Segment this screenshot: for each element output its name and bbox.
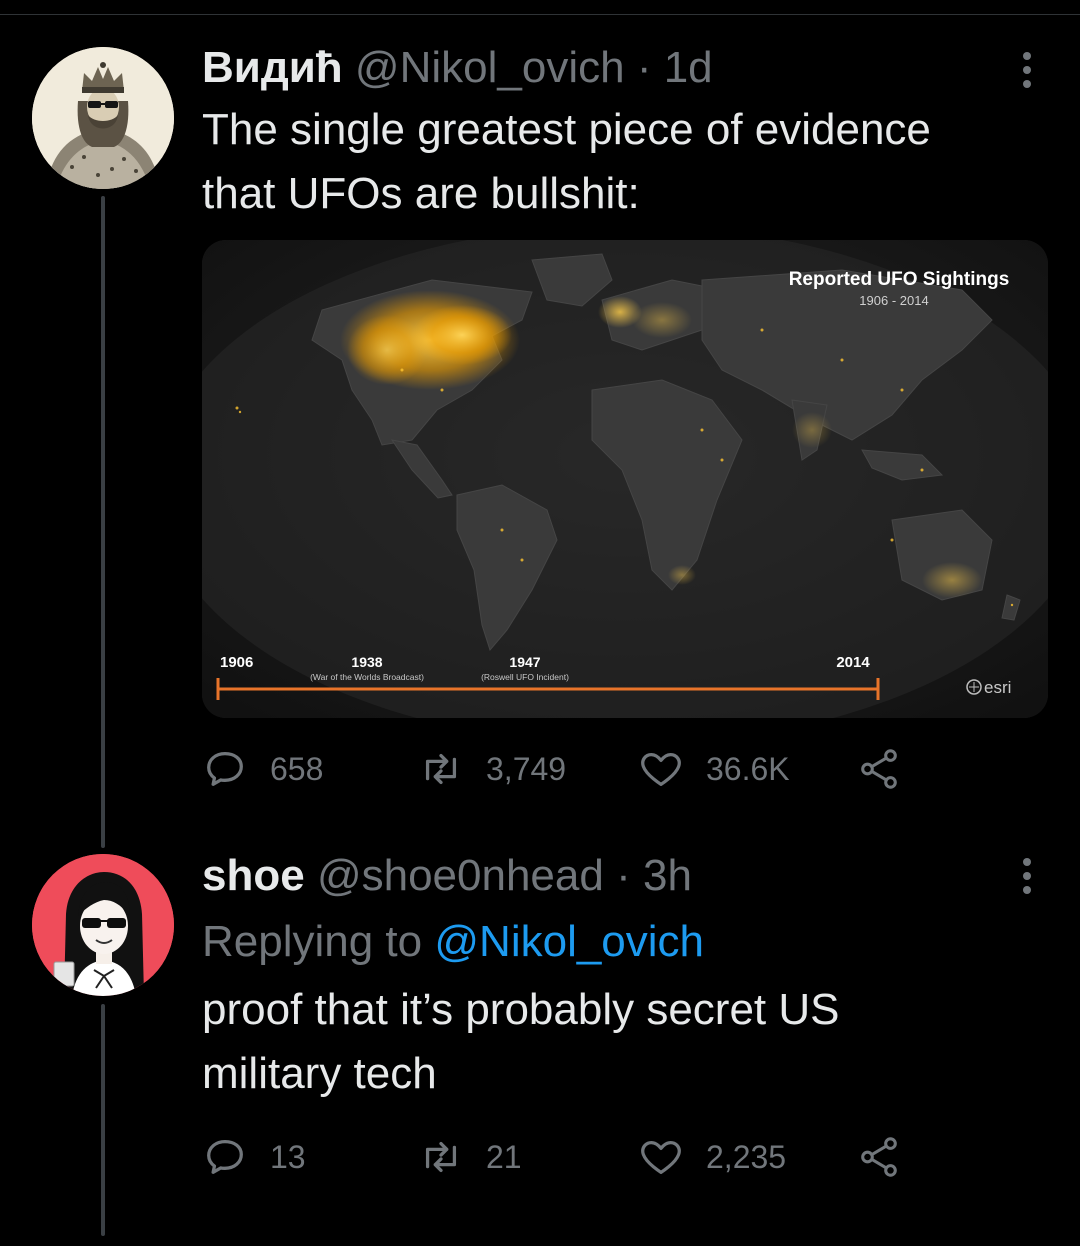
like-button[interactable]: 36.6K xyxy=(638,746,790,792)
timestamp[interactable]: 1d xyxy=(664,43,713,92)
tweet-1-header: Видић @Nikol_ovich · 1d xyxy=(202,42,1040,94)
retweet-button[interactable]: 21 xyxy=(418,1134,522,1180)
separator-dot: · xyxy=(616,851,631,900)
separator-dot: · xyxy=(636,43,652,92)
reply-icon xyxy=(207,1140,243,1174)
tweet-1[interactable]: Видић @Nikol_ovich · 1d The single great… xyxy=(202,42,1040,226)
replying-to-label: Replying to xyxy=(202,917,423,966)
share-button[interactable] xyxy=(856,1134,902,1180)
avatar-shoe0nhead[interactable] xyxy=(32,854,174,996)
author-name[interactable]: shoe xyxy=(202,851,305,900)
map-subtitle: 1906 - 2014 xyxy=(859,293,928,308)
timeline-1947-note: (Roswell UFO Incident) xyxy=(481,672,569,682)
tweet-2-header: shoe @shoe0nhead · 3h xyxy=(202,850,1040,902)
author-handle[interactable]: @shoe0nhead xyxy=(317,851,604,900)
esri-logo-text: esri xyxy=(984,678,1011,697)
tweet-text-line: The single greatest piece of evidence xyxy=(202,105,931,154)
timeline-1947-label: 1947 xyxy=(509,654,540,670)
heart-icon xyxy=(641,1140,681,1174)
tweet-2-text: proof that it’s probably secret US milit… xyxy=(202,978,1040,1106)
replying-to-handle-link[interactable]: @Nikol_ovich xyxy=(434,917,704,966)
reply-icon xyxy=(207,752,243,786)
retweet-count: 3,749 xyxy=(486,750,567,787)
king-portrait-image xyxy=(32,47,174,189)
timeline-end-label: 2014 xyxy=(836,654,870,671)
timeline-1938-note: (War of the Worlds Broadcast) xyxy=(310,672,424,682)
heart-icon xyxy=(641,752,681,786)
reply-button[interactable]: 13 xyxy=(202,1134,306,1180)
avatar-nikol-ovich[interactable] xyxy=(32,47,174,189)
share-icon xyxy=(861,749,897,789)
tweet-text-line: military tech xyxy=(202,1049,437,1098)
thread-line-1 xyxy=(101,196,105,848)
like-count: 2,235 xyxy=(706,1138,787,1175)
anime-girl-avatar-image xyxy=(32,854,174,996)
tweet-2[interactable]: shoe @shoe0nhead · 3h Replying to @Nikol… xyxy=(202,850,1040,1106)
timestamp[interactable]: 3h xyxy=(643,851,692,900)
tweet-1-actions: 658 3,749 36.6K xyxy=(202,746,922,796)
reply-count: 658 xyxy=(270,750,324,787)
more-icon[interactable] xyxy=(1022,858,1032,894)
like-count: 36.6K xyxy=(706,750,790,787)
top-divider xyxy=(0,14,1080,15)
retweet-icon xyxy=(425,753,457,785)
retweet-button[interactable]: 3,749 xyxy=(418,746,566,792)
tweet-image-ufo-map[interactable]: Reported UFO Sightings 1906 - 2014 1906 … xyxy=(202,240,1048,718)
tweet-1-text: The single greatest piece of evidence th… xyxy=(202,98,1040,226)
thread-line-2 xyxy=(101,1004,105,1236)
author-name[interactable]: Видић xyxy=(202,43,343,92)
retweet-icon xyxy=(425,1141,457,1173)
like-button[interactable]: 2,235 xyxy=(638,1134,786,1180)
reply-count: 13 xyxy=(270,1138,306,1175)
author-handle[interactable]: @Nikol_ovich xyxy=(355,43,625,92)
tweet-text-line: proof that it’s probably secret US xyxy=(202,985,840,1034)
map-title: Reported UFO Sightings xyxy=(789,269,1010,290)
more-icon[interactable] xyxy=(1022,52,1032,88)
retweet-count: 21 xyxy=(486,1138,522,1175)
timeline-start-label: 1906 xyxy=(220,654,253,671)
reply-button[interactable]: 658 xyxy=(202,746,323,792)
replying-to: Replying to @Nikol_ovich xyxy=(202,914,1040,970)
tweet-text-line: that UFOs are bullshit: xyxy=(202,169,640,218)
share-icon xyxy=(861,1137,897,1177)
share-button[interactable] xyxy=(856,746,902,792)
tweet-2-actions: 13 21 2,235 xyxy=(202,1134,922,1184)
timeline-1938-label: 1938 xyxy=(351,654,382,670)
